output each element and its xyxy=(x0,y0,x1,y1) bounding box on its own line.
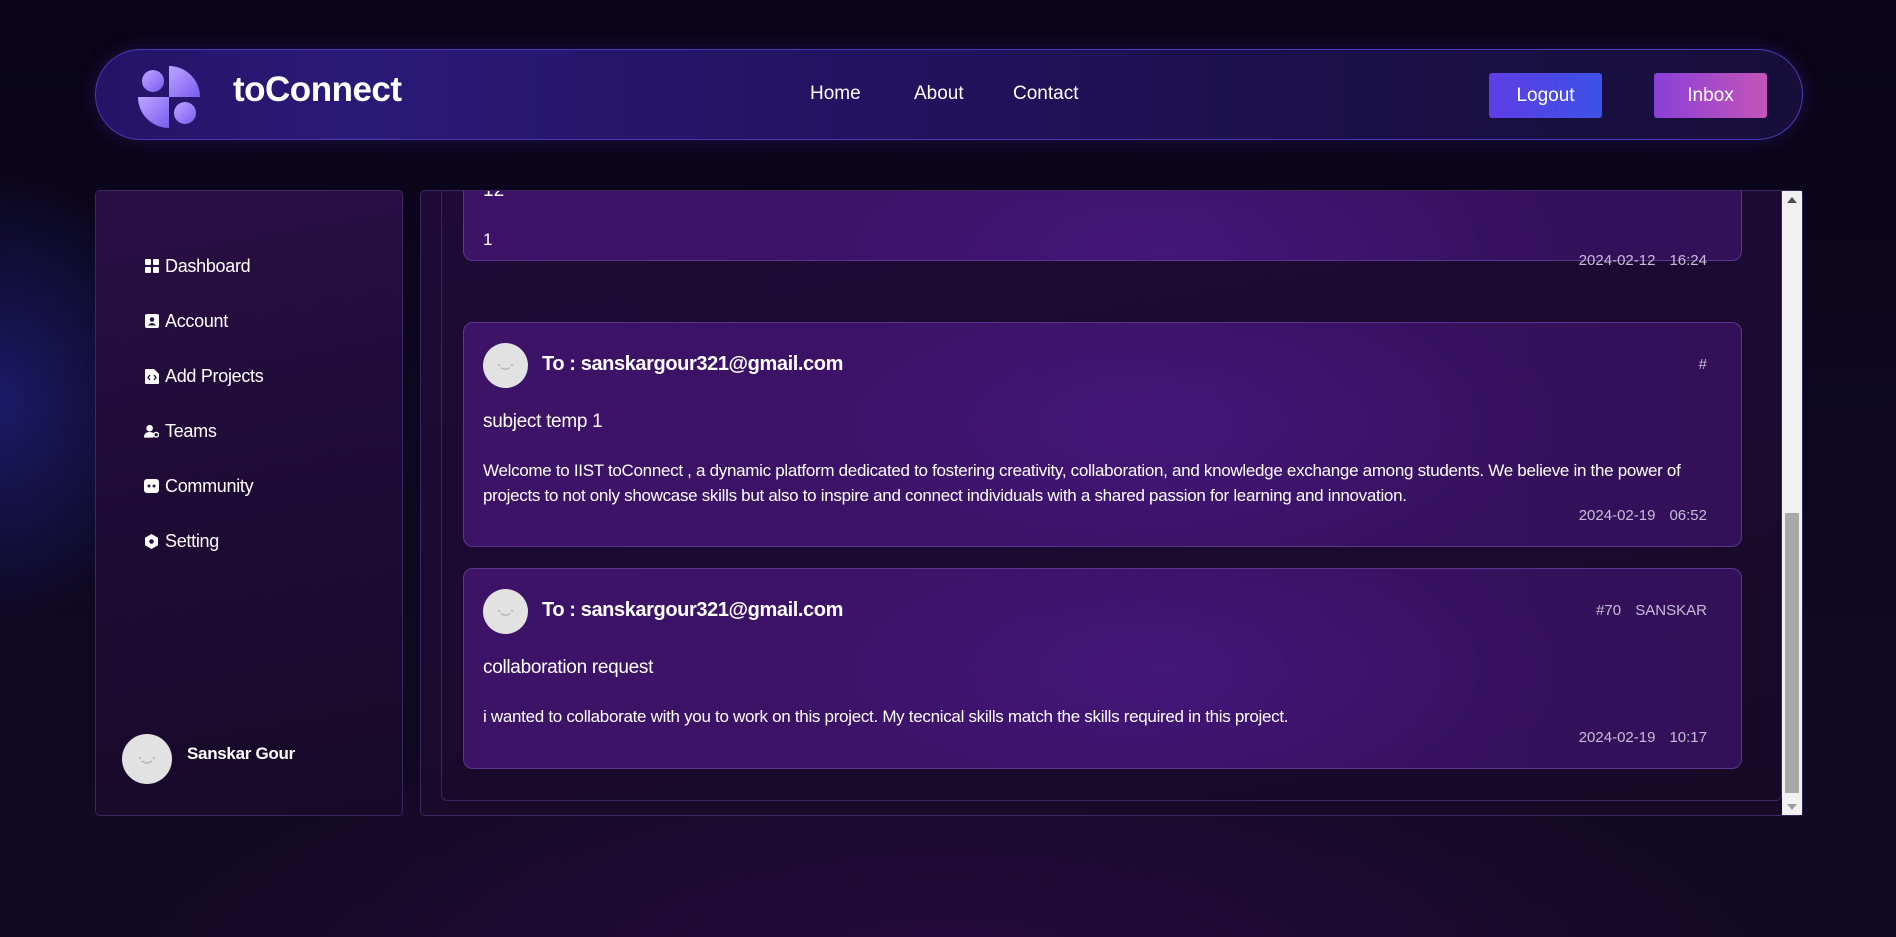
message-project-id[interactable]: # xyxy=(1699,356,1707,373)
message-timestamp: 2024-02-19 06:52 xyxy=(1578,507,1707,524)
inbox-button[interactable]: Inbox xyxy=(1654,73,1767,118)
inbox-panel: 12 1 2024-02-12 16:24 To : sanskargour321… xyxy=(420,190,1803,816)
message-sender-name: SANSKAR xyxy=(1635,602,1707,619)
message-card[interactable]: 12 1 2024-02-12 16:24 xyxy=(463,190,1742,269)
sidebar-item-label: Community xyxy=(165,475,254,496)
sidebar-item-add-projects[interactable]: Add Projects xyxy=(144,364,264,388)
scrollbar[interactable] xyxy=(1782,191,1802,815)
nav-home[interactable]: Home xyxy=(810,83,870,105)
message-recipient: To : sanskargour321@gmail.com xyxy=(542,599,843,621)
user-gear-icon xyxy=(144,424,159,439)
sidebar-item-community[interactable]: Community xyxy=(144,474,254,498)
sidebar: Dashboard Account Add Projects Teams Com… xyxy=(95,190,403,816)
message-meta: # xyxy=(1699,356,1707,373)
message-card[interactable]: To : sanskargour321@gmail.com #70 SANSKA… xyxy=(463,568,1742,769)
sidebar-item-setting[interactable]: Setting xyxy=(144,529,219,553)
message-timestamp: 2024-02-19 10:17 xyxy=(1578,729,1707,746)
nav-about[interactable]: About xyxy=(914,83,974,105)
message-timestamp: 2024-02-12 16:24 xyxy=(1578,252,1707,269)
id-card-icon xyxy=(144,314,159,329)
sidebar-item-label: Teams xyxy=(165,420,217,441)
sidebar-item-dashboard[interactable]: Dashboard xyxy=(144,254,251,278)
sidebar-item-account[interactable]: Account xyxy=(144,309,228,333)
message-meta: #70 SANSKAR xyxy=(1596,602,1707,619)
sidebar-item-label: Add Projects xyxy=(165,365,264,386)
grid-icon xyxy=(144,259,159,274)
navbar: toConnect Home About Contact Logout Inbo… xyxy=(95,49,1803,140)
avatar xyxy=(483,343,528,388)
brand-name[interactable]: toConnect xyxy=(233,70,402,110)
scroll-up-icon[interactable] xyxy=(1782,191,1802,208)
scroll-thumb[interactable] xyxy=(1785,513,1799,793)
logo-icon[interactable] xyxy=(136,64,202,130)
user-name: Sanskar Gour xyxy=(187,744,295,763)
user-profile[interactable]: Sanskar Gour xyxy=(122,734,295,784)
logout-button[interactable]: Logout xyxy=(1489,73,1602,118)
message-card[interactable]: To : sanskargour321@gmail.com # subject … xyxy=(463,322,1742,547)
discord-icon xyxy=(144,479,159,494)
message-body: 1 xyxy=(483,230,493,249)
sidebar-item-label: Dashboard xyxy=(165,255,251,276)
message-body: Welcome to IIST toConnect , a dynamic pl… xyxy=(483,461,1681,505)
nav-contact[interactable]: Contact xyxy=(1013,83,1093,105)
sidebar-item-label: Account xyxy=(165,310,228,331)
message-subject: collaboration request xyxy=(483,657,654,678)
message-recipient: To : sanskargour321@gmail.com xyxy=(542,353,843,375)
sidebar-item-teams[interactable]: Teams xyxy=(144,419,217,443)
message-project-id[interactable]: #70 xyxy=(1596,602,1621,619)
avatar xyxy=(483,589,528,634)
sidebar-item-label: Setting xyxy=(165,530,219,551)
hexagon-gear-icon xyxy=(144,533,159,549)
message-subject: 12 xyxy=(483,190,505,201)
scroll-down-icon[interactable] xyxy=(1782,798,1802,815)
avatar xyxy=(122,734,172,784)
message-subject: subject temp 1 xyxy=(483,411,603,432)
file-code-icon xyxy=(144,368,159,384)
message-body: i wanted to collaborate with you to work… xyxy=(483,707,1289,726)
